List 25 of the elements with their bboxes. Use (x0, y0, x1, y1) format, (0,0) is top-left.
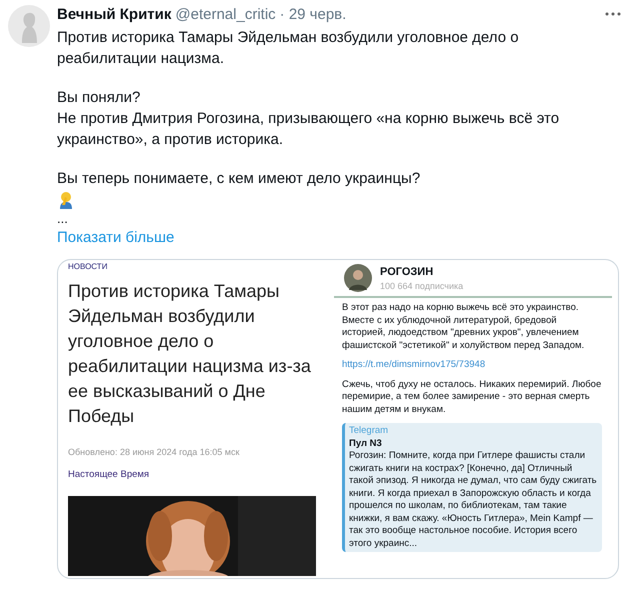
post-link[interactable]: https://t.me/dimsmirnov175/73948 (342, 359, 602, 372)
author-name[interactable]: Вечный Критик (57, 6, 172, 22)
channel-name: РОГОЗИН (380, 266, 434, 278)
article-date: Обновлено: 28 июня 2024 года 16:05 мск (68, 447, 240, 457)
embedded-image[interactable] (57, 259, 619, 579)
quote-title: Пул N3 (349, 438, 383, 450)
tweet-text: Против историка Тамары Эйдельман возбудили уголовное дело о реабилитации нацизма. (57, 28, 520, 69)
post-text: Сжечь, чтоб духу не осталось. Никаких перемирий. Любое перемирие, а тем более замирение - это верная смерть нашим детям и внукам. (342, 378, 602, 416)
quoted-message[interactable] (342, 423, 602, 552)
show-more-link[interactable]: Показати більше (57, 229, 174, 246)
facepalm-icon (57, 191, 75, 209)
author-handle[interactable]: @eternal_critic (175, 6, 276, 22)
section-label: НОВОСТИ (68, 262, 108, 271)
more-options-icon[interactable] (605, 12, 621, 16)
channel-avatar-icon (344, 264, 372, 292)
tweet-text: Вы теперь понимаете, с кем имеют дело украинцы? (57, 169, 422, 189)
tweet-date[interactable]: · 29 черв. (280, 6, 346, 22)
quote-source: Telegram (349, 425, 390, 438)
post-text: В этот раз надо на корню выжечь всё это украинство. Вместе с их ублюдочной литературой, бредовой историей, людоедством "древних укров", увлечением фашистской "эстетикой" и холуйством перед Западом. (342, 302, 586, 352)
ellipsis: ... (57, 211, 69, 227)
article-headline: Против историка Тамары Эйдельман возбудили уголовное дело о реабилитации нацизма из-за ее высказываний о Дне Победы (68, 280, 312, 428)
tweet-text: Вы поняли? Не против Дмитрия Рогозина, призывающего «на корню выжечь всё это украинство», а против историка. (57, 88, 560, 150)
article-source: Настоящее Время (68, 469, 150, 480)
subscriber-count: 100 664 подписчика (380, 280, 464, 290)
quote-text: Рогозин: Помните, когда при Гитлере фашисты стали сжигать книги на кострах? [Конечно, да] Отличный такой эпизод. Я никогда не думал, что сам буду сжигать книги. Я когда приехал в Запорожскую область и когда прошелся по школам, по библиотекам, там такие книжки, я вам скажу. «Юность Гитлера», Mein Kampf — так это вообще настольное пособие. История всего этого украинс... (349, 450, 598, 550)
